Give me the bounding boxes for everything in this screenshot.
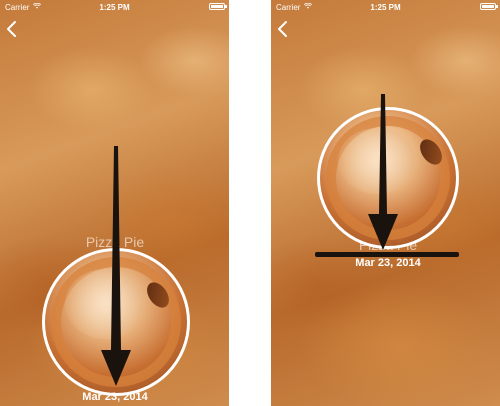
status-bar: Carrier 1:25 PM [271,0,500,14]
date-label: Mar 23, 2014 [82,391,148,403]
back-button[interactable] [4,18,18,40]
status-time: 1:25 PM [370,3,401,12]
back-button[interactable] [275,18,289,40]
avatar[interactable] [42,248,190,396]
chevron-left-icon [7,21,16,37]
battery-icon [480,3,498,10]
status-bar: Carrier 1:25 PM [0,0,229,14]
chevron-left-icon [278,21,287,37]
status-time: 1:25 PM [99,3,130,12]
avatar-filling [338,128,416,194]
battery-icon [209,3,227,10]
avatar-filling [65,269,145,339]
avatar[interactable] [317,107,459,249]
date-label: Mar 23, 2014 [355,257,421,269]
